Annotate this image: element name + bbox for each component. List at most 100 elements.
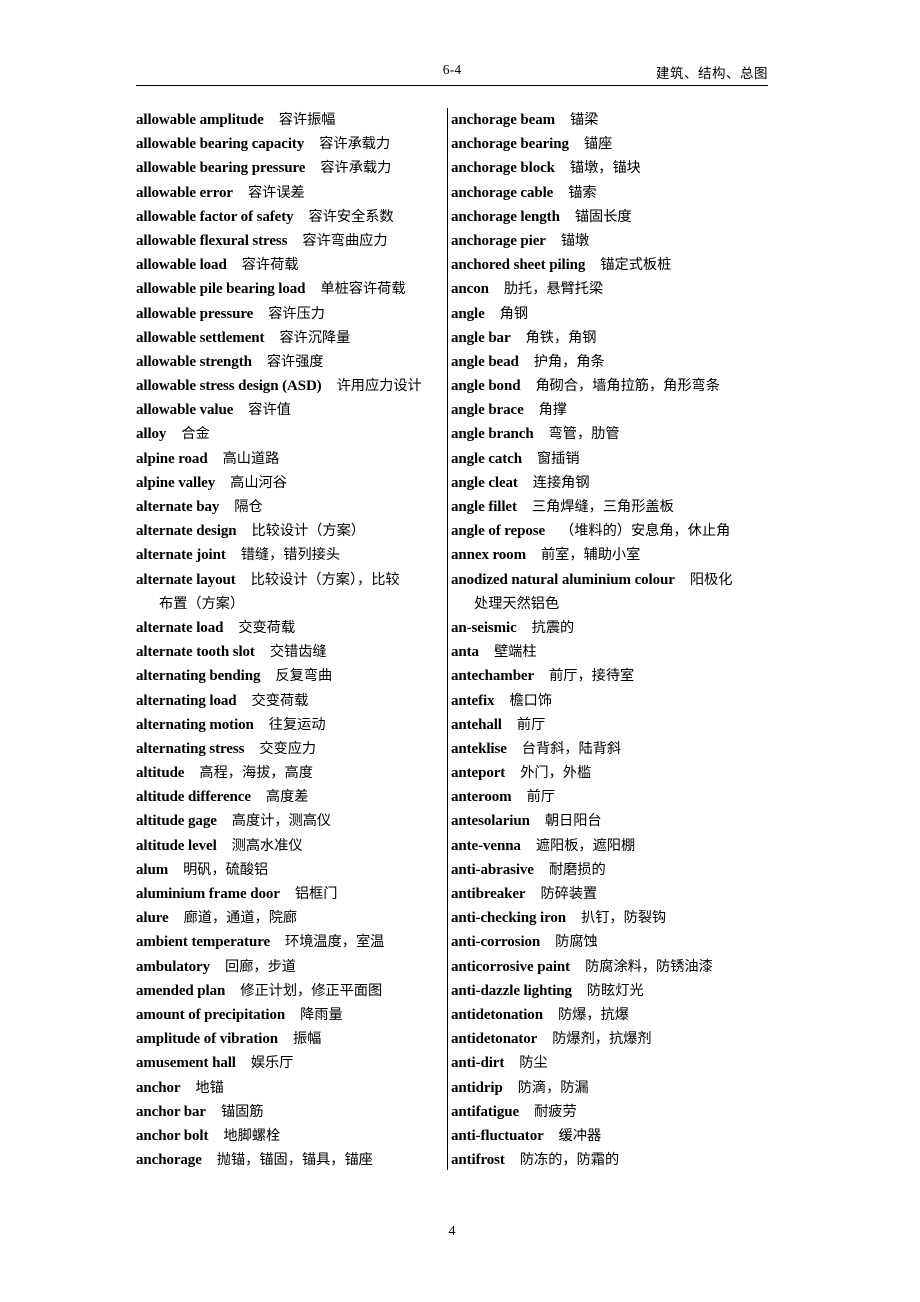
glossary-entry: alternate bay 隔仓 (136, 495, 442, 519)
glossary-entry: antefix 檐口饰 (451, 689, 757, 713)
header-section-title: 建筑、结构、总图 (656, 66, 768, 81)
glossary-entry: ambulatory 回廊，步道 (136, 955, 442, 979)
entry-term: anti-checking iron (451, 910, 567, 927)
glossary-entry: allowable stress design (ASD) 许用应力设计 (136, 374, 442, 398)
entry-gloss: 明矾，硫酸铝 (183, 861, 269, 878)
entry-term: anchorage bearing (451, 136, 569, 153)
glossary-entry: angle bond 角砌合，墙角拉筋，角形弯条 (451, 374, 757, 398)
entry-term: alternating load (136, 692, 237, 709)
entry-term: anchored sheet piling (451, 257, 586, 274)
glossary-entry: alpine road 高山道路 (136, 447, 442, 471)
entry-gloss: 防爆，抗爆 (557, 1006, 629, 1023)
entry-gloss: 锚固长度 (574, 208, 632, 225)
entry-term: angle of repose (451, 523, 546, 540)
entry-gloss: 耐磨损的 (548, 861, 606, 878)
glossary-entry: alternating load 交变荷载 (136, 689, 442, 713)
glossary-entry: anteroom 前厅 (451, 785, 757, 809)
entry-gloss: 环境温度，室温 (285, 934, 385, 951)
entry-term: allowable flexural stress (136, 232, 288, 249)
entry-term: allowable value (136, 402, 234, 419)
entry-gloss: 角铁，角钢 (525, 329, 597, 346)
entry-gloss: 高山河谷 (230, 474, 287, 491)
glossary-entry: allowable amplitude 容许振幅 (136, 108, 442, 132)
entry-term: anti-dirt (451, 1055, 505, 1072)
glossary-entry: angle bar 角铁，角钢 (451, 326, 757, 350)
entry-term: allowable error (136, 184, 233, 201)
entry-term: allowable stress design (ASD) (136, 378, 322, 395)
entry-term: ancon (451, 281, 489, 298)
glossary-entry: anchored sheet piling 锚定式板桩 (451, 253, 757, 277)
entry-term: alpine road (136, 450, 208, 467)
entry-gloss: 抗震的 (531, 619, 575, 636)
glossary-entry: antidetonator 防爆剂，抗爆剂 (451, 1027, 757, 1051)
glossary-entry: anti-fluctuator 缓冲器 (451, 1124, 757, 1148)
entry-term: anchorage cable (451, 184, 554, 201)
entry-gloss: 檐口饰 (509, 692, 553, 709)
glossary-entry: alternate joint 错缝，错列接头 (136, 543, 442, 567)
entry-term: alternating bending (136, 668, 261, 685)
glossary-entry: aluminium frame door 铝框门 (136, 882, 442, 906)
entry-term: allowable strength (136, 353, 252, 370)
glossary-entry: amplitude of vibration 振幅 (136, 1027, 442, 1051)
entry-gloss: 防爆剂，抗爆剂 (552, 1031, 652, 1048)
entry-gloss: 锚墩，锚块 (569, 160, 641, 177)
entry-term: angle brace (451, 402, 524, 419)
entry-term: alure (136, 910, 169, 927)
glossary-entry: anodized natural aluminium colour 阳极化 (451, 568, 757, 592)
entry-term: antidetonator (451, 1031, 538, 1048)
entry-gloss: 往复运动 (268, 716, 326, 733)
glossary-entry: anti-dazzle lighting 防眩灯光 (451, 979, 757, 1003)
glossary-entry: amusement hall 娱乐厅 (136, 1051, 442, 1075)
glossary-entry: allowable settlement 容许沉降量 (136, 326, 442, 350)
glossary-entry: amended plan 修正计划，修正平面图 (136, 979, 442, 1003)
entry-term: amusement hall (136, 1055, 236, 1072)
glossary-entry: alloy 合金 (136, 422, 442, 446)
glossary-entry: anti-corrosion 防腐蚀 (451, 930, 757, 954)
entry-gloss: 容许误差 (247, 184, 305, 201)
entry-term: altitude difference (136, 789, 251, 806)
entry-term: allowable amplitude (136, 112, 264, 128)
glossary-entry: antifrost 防冻的，防霜的 (451, 1148, 757, 1172)
entry-term: ambulatory (136, 958, 211, 975)
glossary-entry: anti-abrasive 耐磨损的 (451, 858, 757, 882)
entry-gloss: 防冻的，防霜的 (519, 1152, 620, 1169)
entry-term: alloy (136, 426, 167, 443)
glossary-entry: allowable bearing pressure 容许承载力 (136, 156, 442, 180)
glossary-entry: anticorrosive paint 防腐涂料，防锈油漆 (451, 955, 757, 979)
glossary-entry: anta 壁端柱 (451, 640, 757, 664)
glossary-entry: anchor 地锚 (136, 1076, 442, 1100)
dictionary-page: 6-4 建筑、结构、总图 allowable amplitude 容许振幅 allo… (0, 0, 920, 1302)
entry-gloss: 许用应力设计 (336, 378, 422, 395)
entry-gloss: 防腐涂料，防锈油漆 (585, 958, 713, 975)
glossary-entry: altitude difference 高度差 (136, 785, 442, 809)
glossary-entry-continuation: 布置（方案） (136, 592, 442, 616)
glossary-entry: antehall 前厅 (451, 713, 757, 737)
entry-gloss: 护角，角条 (533, 353, 605, 370)
entry-gloss: 娱乐厅 (250, 1055, 294, 1072)
entry-term: antechamber (451, 668, 535, 685)
entry-gloss: 振幅 (292, 1031, 322, 1048)
glossary-entry: altitude level 测高水准仪 (136, 834, 442, 858)
glossary-entry: allowable pile bearing load 单桩容许荷载 (136, 277, 442, 301)
entry-term: alternate tooth slot (136, 644, 255, 661)
entry-gloss: 防滴，防漏 (517, 1079, 589, 1096)
entry-gloss: 外门，外槛 (520, 765, 592, 782)
entry-gloss: 回廊，步道 (225, 958, 296, 975)
entry-term: angle fillet (451, 499, 517, 515)
entry-term: amended plan (136, 982, 226, 999)
entry-term: antidrip (451, 1079, 503, 1096)
entry-gloss: 防眩灯光 (586, 982, 644, 999)
entry-gloss: 合金 (181, 426, 210, 443)
glossary-entry: allowable value 容许值 (136, 398, 442, 422)
entry-term: allowable pressure (136, 305, 254, 322)
entry-gloss: 遮阳板，遮阳棚 (535, 837, 636, 854)
glossary-entry: annex room 前室，辅助小室 (451, 543, 757, 567)
glossary-entry: anti-checking iron 扒钉，防裂钩 (451, 906, 757, 930)
glossary-entry: alternate design 比较设计（方案） (136, 519, 442, 543)
entry-term: anteport (451, 765, 506, 782)
entry-gloss: 锚定式板桩 (600, 257, 672, 274)
entry-gloss: 反复弯曲 (275, 668, 333, 685)
glossary-entry: ante-venna 遮阳板，遮阳棚 (451, 834, 757, 858)
entry-gloss: 容许振幅 (278, 112, 336, 128)
glossary-entry: anti-dirt 防尘 (451, 1051, 757, 1075)
